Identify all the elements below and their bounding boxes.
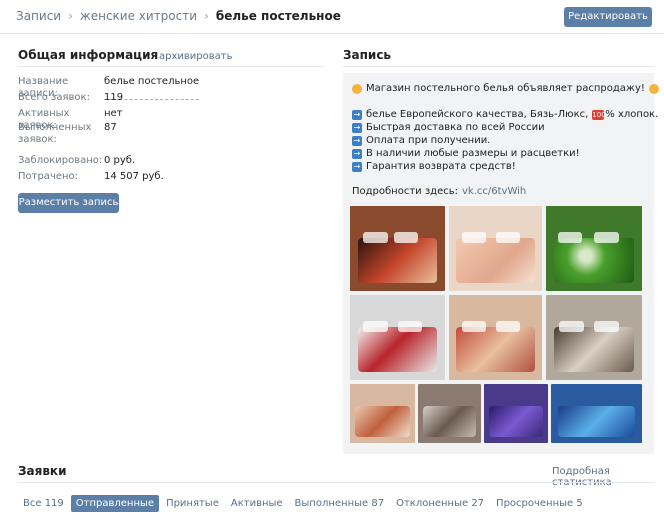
breadcrumb-separator-icon: › [204,9,209,23]
tab-completed[interactable]: Выполненные 87 [290,495,390,512]
info-label: Заблокировано: [18,155,103,166]
info-label: Потрачено: [18,171,79,182]
info-row-total: Всего заявок: 119 [18,92,123,104]
breadcrumb-item-current: белье постельное [215,9,341,23]
post-bullet: → Быстрая доставка по всей России [352,122,545,134]
tab-active[interactable]: Активные [226,495,288,512]
post-details-label: Подробности здесь: [352,186,458,197]
post-photo[interactable] [449,295,542,380]
general-info-title: Общая информация [18,48,159,62]
archive-link[interactable]: архивировать [159,51,233,62]
requests-title: Заявки [18,464,67,478]
breadcrumb-item-category[interactable]: женские хитрости [80,9,197,23]
arrow-right-icon: → [352,110,362,120]
post-photo[interactable] [418,384,481,443]
arrow-right-icon: → [352,149,362,159]
hand-emoji-icon [648,84,659,94]
post-bullet-text: белье Европейского качества, Бязь-Люкс, [366,109,589,120]
info-label: Всего заявок: [18,92,90,103]
requests-tabs: Все 119 Отправленные Принятые Активные В… [18,495,590,512]
post-bullet: → Оплата при получении. [352,135,490,147]
tab-rejected[interactable]: Отклоненные 27 [391,495,489,512]
post-headline: Магазин постельного белья объявляет расп… [352,83,659,95]
post-photo[interactable] [484,384,548,443]
info-value: 87 [104,122,117,133]
post-bullet: → В наличии любые размеры и расцветки! [352,148,580,160]
post-bullet-text: Гарантия возврата средств! [366,161,516,172]
post-bullet: → белье Европейского качества, Бязь-Люкс… [352,109,658,121]
tab-sent[interactable]: Отправленные [70,495,160,512]
arrow-right-icon: → [352,123,362,133]
place-post-button[interactable]: Разместить запись [18,193,119,213]
arrow-right-icon: → [352,162,362,172]
post-details-link[interactable]: vk.cc/6tvWih [462,186,526,198]
post-details: Подробности здесь: vk.cc/6tvWih [352,186,526,198]
info-row-blocked: Заблокировано: 0 руб. [18,155,135,167]
edit-button[interactable]: Редактировать [564,7,652,27]
post-photo[interactable] [350,384,415,443]
post-bullet-text: % хлопок. [605,109,659,120]
post-divider [343,66,654,67]
tab-expired[interactable]: Просроченные 5 [491,495,588,512]
post-photo[interactable] [350,295,445,380]
post-photo[interactable] [551,384,642,443]
info-row-spent: Потрачено: 14 507 руб. [18,171,164,183]
tab-accepted[interactable]: Принятые [161,495,224,512]
info-label: Выполненных заявок: [18,122,92,145]
breadcrumb: Записи › женские хитрости › белье постел… [16,9,341,23]
top-bar: Записи › женские хитрости › белье постел… [0,0,664,34]
post-photo[interactable] [546,295,642,380]
breadcrumb-item-posts[interactable]: Записи [16,9,61,23]
hand-emoji-icon [352,84,362,94]
hundred-emoji-icon: 100 [592,110,606,120]
info-value: 0 руб. [104,155,136,166]
info-value: 14 507 руб. [104,171,164,182]
detailed-stats-link[interactable]: Подробная статистика [552,466,664,488]
post-photo[interactable] [449,206,542,291]
tab-all[interactable]: Все 119 [18,495,69,512]
post-bullet-text: Быстрая доставка по всей России [366,122,545,133]
post-bullet: → Гарантия возврата средств! [352,161,516,173]
post-headline-text: Магазин постельного белья объявляет расп… [366,83,645,94]
post-title: Запись [343,48,392,62]
post-bullet-text: Оплата при получении. [366,135,491,146]
breadcrumb-separator-icon: › [68,9,73,23]
post-photo[interactable] [546,206,642,291]
post-photo[interactable] [350,206,445,291]
arrow-right-icon: → [352,136,362,146]
info-value: 119 [104,92,124,103]
requests-divider [18,482,654,483]
general-info-divider [18,66,324,67]
info-row-completed: Выполненных заявок: 87 [18,122,117,146]
post-bullet-text: В наличии любые размеры и расцветки! [366,148,580,159]
